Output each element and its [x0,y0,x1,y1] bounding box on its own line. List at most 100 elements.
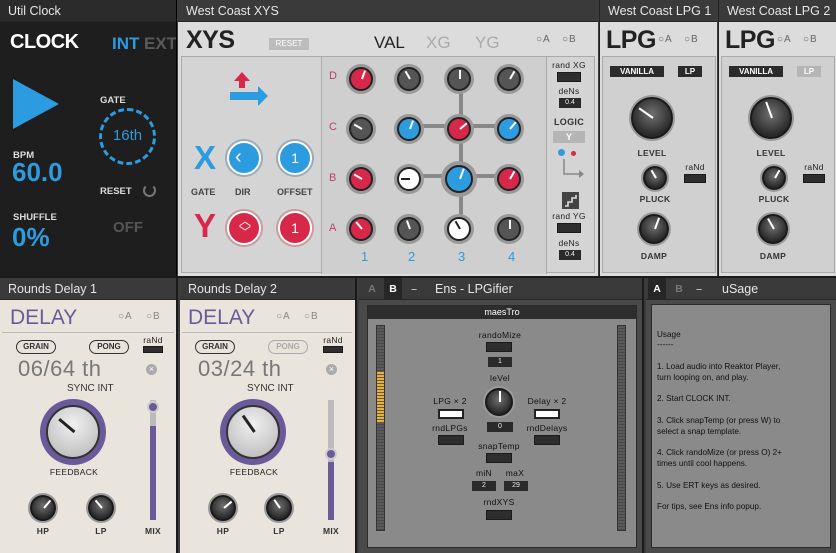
logic-button[interactable]: Y [553,131,585,143]
power-icon[interactable] [143,184,156,197]
step-knob-c1[interactable] [349,117,373,141]
ens-level-knob[interactable] [485,388,513,416]
lpg1-snap-b[interactable]: ○B [684,34,699,45]
step-knob-a3[interactable] [447,217,471,241]
play-button[interactable] [13,79,59,129]
bpm-value[interactable]: 60.0 [12,157,63,188]
lpg1-damp-knob[interactable] [639,214,669,244]
lpg1-lp-button[interactable]: LP [678,66,702,77]
step-knob-d1[interactable] [349,67,373,91]
delay2-toggle[interactable] [534,409,560,419]
step-knob-d2[interactable] [397,67,421,91]
lpg1-pluck-knob[interactable] [643,166,667,190]
delay2-snap-b[interactable]: ○B [304,311,319,322]
step-knob-c4[interactable] [497,117,521,141]
xg-tab[interactable]: XG [426,33,451,53]
off-button[interactable]: OFF [113,219,143,236]
delay1-rand-button[interactable] [143,346,163,353]
delay2-snap-a[interactable]: ○A [276,311,291,322]
delay1-feedback-knob[interactable] [40,399,106,465]
lpg1-header: West Coast LPG 1 [600,0,717,22]
delay1-hp-knob[interactable] [30,495,56,521]
step-knob-b3[interactable] [445,165,473,193]
delay1-grain-button[interactable]: GRAIN [16,340,56,354]
rnd-delays-button[interactable] [534,435,560,445]
step-knob-a2[interactable] [397,217,421,241]
delay2-time-value[interactable]: 03/24 th [198,356,282,382]
lpg2-panel: West Coast LPG 2 LPG ○A ○B VANILLA LP LE… [718,0,836,276]
ext-button[interactable]: EXT [144,34,176,54]
lpg2-rand-button[interactable] [803,174,825,183]
lpg2-snap-b[interactable]: ○B [803,34,818,45]
xys-snap-b[interactable]: ○B [562,34,577,45]
ens-tab-b[interactable]: B [384,278,402,300]
max-value[interactable]: 29 [504,481,528,491]
xys-reset-button[interactable]: RESET [269,38,309,50]
y-offset-knob[interactable]: 1 [278,211,312,245]
delay2-mix-handle[interactable] [325,448,337,460]
step-knob-b2[interactable] [397,167,421,191]
ens-minimize[interactable]: – [405,278,423,300]
lpg2-lp-button[interactable]: LP [797,66,821,77]
lpg1-level-knob[interactable] [631,97,673,139]
ens-level-value[interactable]: 0 [487,422,513,432]
delay2-lp-knob[interactable] [266,495,292,521]
delay2-hp-knob[interactable] [210,495,236,521]
usage-tab-a[interactable]: A [648,278,666,300]
snaptemp-button[interactable] [486,453,512,463]
ens-tab-a[interactable]: A [363,278,381,300]
rand-xg-label: rand XG [552,60,586,70]
lpg1-rand-button[interactable] [684,174,706,183]
delay2-grain-button[interactable]: GRAIN [195,340,235,354]
delay1-lp-knob[interactable] [88,495,114,521]
lpg2-damp-knob[interactable] [758,214,788,244]
step-knob-d4[interactable] [497,67,521,91]
delay1-snap-b[interactable]: ○B [146,311,161,322]
delay1-snap-a[interactable]: ○A [118,311,133,322]
delay1-pong-button[interactable]: PONG [89,340,129,354]
delay2-feedback-knob[interactable] [220,399,286,465]
xys-snap-a[interactable]: ○A [536,34,551,45]
randomize-value[interactable]: 1 [488,357,512,367]
step-knob-c3[interactable] [447,117,471,141]
lpg2-pluck-knob[interactable] [762,166,786,190]
rnd-lpgs-button[interactable] [438,435,464,445]
delay1-time-value[interactable]: 06/64 th [18,356,102,382]
dens2-value[interactable]: 0.4 [559,250,581,260]
maestro-bar: maesTro [368,306,636,319]
x-dir-knob[interactable]: ‹ [227,141,261,175]
y-dir-knob[interactable]: ︿ ﹀ [227,211,261,245]
val-tab[interactable]: VAL [374,33,405,53]
rand-xg-button[interactable] [557,72,581,82]
randomize-label: randoMize [478,330,522,340]
delay1-mix-handle[interactable] [147,401,159,413]
delay2-pong-button[interactable]: PONG [268,340,308,354]
step-knob-d3[interactable] [447,67,471,91]
lpg2-vanilla-button[interactable]: VANILLA [729,66,783,77]
dens1-value[interactable]: 0.4 [559,98,581,108]
yg-tab[interactable]: YG [475,33,500,53]
usage-tab-b[interactable]: B [670,278,688,300]
x-offset-knob[interactable]: 1 [278,141,312,175]
delay2-rand-button[interactable] [323,346,343,353]
lpg1-snap-a[interactable]: ○A [658,34,673,45]
randomize-button[interactable] [486,342,512,352]
usage-minimize[interactable]: – [690,278,708,300]
step-knob-a1[interactable] [349,217,373,241]
rndxys-button[interactable] [486,510,512,520]
step-knob-a4[interactable] [497,217,521,241]
lpg1-vanilla-button[interactable]: VANILLA [610,66,664,77]
rand-yg-button[interactable] [557,223,581,233]
shuffle-value[interactable]: 0% [12,222,50,253]
ens-level-label: leVel [490,373,510,383]
step-knob-c2[interactable] [397,117,421,141]
step-knob-b4[interactable] [497,167,521,191]
step-knob-b1[interactable] [349,167,373,191]
delay1-clear-icon[interactable]: × [146,364,157,375]
min-value[interactable]: 2 [472,481,496,491]
lpg2-toggle[interactable] [438,409,464,419]
int-button[interactable]: INT [112,34,139,54]
lpg2-level-knob[interactable] [750,97,792,139]
delay2-clear-icon[interactable]: × [326,364,337,375]
lpg2-snap-a[interactable]: ○A [777,34,792,45]
